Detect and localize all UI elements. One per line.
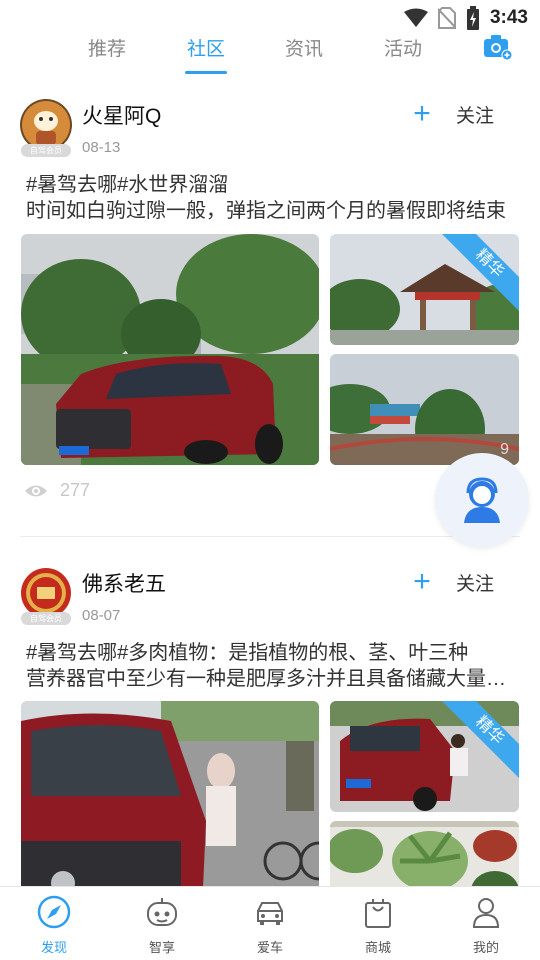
follow-button[interactable]: + 关注	[410, 99, 494, 129]
nav-discover[interactable]: 发现	[14, 895, 94, 956]
featured-badge: 精华	[439, 234, 519, 314]
tab-recommend[interactable]: 推荐	[88, 34, 126, 61]
featured-badge: 精华	[439, 701, 519, 781]
nav-my-car[interactable]: 爱车	[230, 895, 310, 956]
status-icons: 3:43	[403, 6, 528, 30]
post-text-line: #暑驾去哪#多肉植物：是指植物的根、茎、叶三种	[26, 642, 469, 664]
nav-label: 爱车	[256, 940, 283, 955]
car-icon	[257, 902, 283, 925]
battery-icon	[466, 6, 479, 30]
no-sim-icon	[437, 7, 456, 29]
compass-icon	[37, 895, 71, 929]
shopping-bag-icon	[365, 899, 391, 928]
plus-icon: +	[413, 97, 431, 130]
customer-service-icon	[464, 477, 500, 523]
nav-mine[interactable]: 我的	[446, 895, 526, 956]
status-time: 3:43	[489, 7, 528, 28]
top-tab-bar: 推荐 社区 资讯 活动	[0, 28, 540, 74]
bottom-navigation: 发现 智享 爱车 商城 我的	[0, 886, 540, 960]
post-image-main[interactable]	[21, 234, 319, 465]
camera-publish-button[interactable]	[483, 33, 513, 61]
member-tag: 自驾会员	[21, 612, 71, 625]
post-image-side[interactable]: 精华	[330, 701, 519, 812]
street-car-photo	[21, 701, 319, 886]
member-tag: 自驾会员	[21, 144, 71, 157]
customer-service-button[interactable]	[435, 453, 529, 547]
nav-smart[interactable]: 智享	[122, 895, 202, 956]
view-count: 277	[24, 480, 90, 501]
post-text-line: 营养器官中至少有一种是肥厚多汁并且具备储藏大量水分	[26, 668, 518, 690]
camera-icon	[484, 35, 513, 61]
post-image-side[interactable]	[330, 821, 519, 886]
view-count-value: 277	[60, 480, 91, 500]
nav-label: 我的	[472, 940, 499, 955]
red-suv-photo	[21, 234, 319, 465]
tab-activity[interactable]: 活动	[384, 34, 422, 61]
author-name[interactable]: 佛系老五	[82, 568, 166, 598]
post-image-side[interactable]: 精华	[330, 234, 519, 345]
succulent-photo	[330, 821, 519, 886]
post-date: 08-07	[82, 607, 121, 624]
wifi-icon	[403, 8, 428, 27]
water-park-photo	[330, 354, 519, 465]
post-image-main[interactable]	[21, 701, 319, 886]
nav-label: 发现	[40, 940, 67, 955]
post-text[interactable]: #暑驾去哪#水世界溜溜 时间如白驹过隙一般，弹指之间两个月的暑假即将结束	[26, 172, 518, 224]
user-icon	[472, 898, 500, 928]
nav-mall[interactable]: 商城	[338, 895, 418, 956]
robot-icon	[147, 898, 177, 926]
tab-community[interactable]: 社区	[187, 34, 225, 61]
featured-ribbon: 精华	[439, 234, 519, 314]
author-name[interactable]: 火星阿Q	[82, 100, 161, 130]
post-image-side[interactable]: 9	[330, 354, 519, 465]
featured-ribbon: 精华	[439, 701, 519, 781]
follow-label: 关注	[456, 573, 495, 595]
post-text-line: 时间如白驹过隙一般，弹指之间两个月的暑假即将结束	[26, 200, 506, 222]
post-text[interactable]: #暑驾去哪#多肉植物：是指植物的根、茎、叶三种 营养器官中至少有一种是肥厚多汁并…	[26, 640, 518, 692]
follow-button[interactable]: + 关注	[410, 567, 494, 597]
post-divider	[20, 536, 520, 537]
tab-news[interactable]: 资讯	[285, 34, 323, 61]
nav-label: 商城	[364, 940, 391, 955]
author-avatar[interactable]: 自驾会员	[20, 567, 74, 625]
post-date: 08-13	[82, 139, 121, 156]
active-tab-indicator	[185, 71, 227, 74]
follow-label: 关注	[456, 105, 495, 127]
post-text-line: #暑驾去哪#水世界溜溜	[26, 174, 229, 196]
nav-label: 智享	[148, 940, 175, 955]
author-avatar[interactable]: 自驾会员	[20, 99, 74, 157]
eye-icon	[25, 485, 47, 496]
plus-icon: +	[413, 565, 431, 598]
